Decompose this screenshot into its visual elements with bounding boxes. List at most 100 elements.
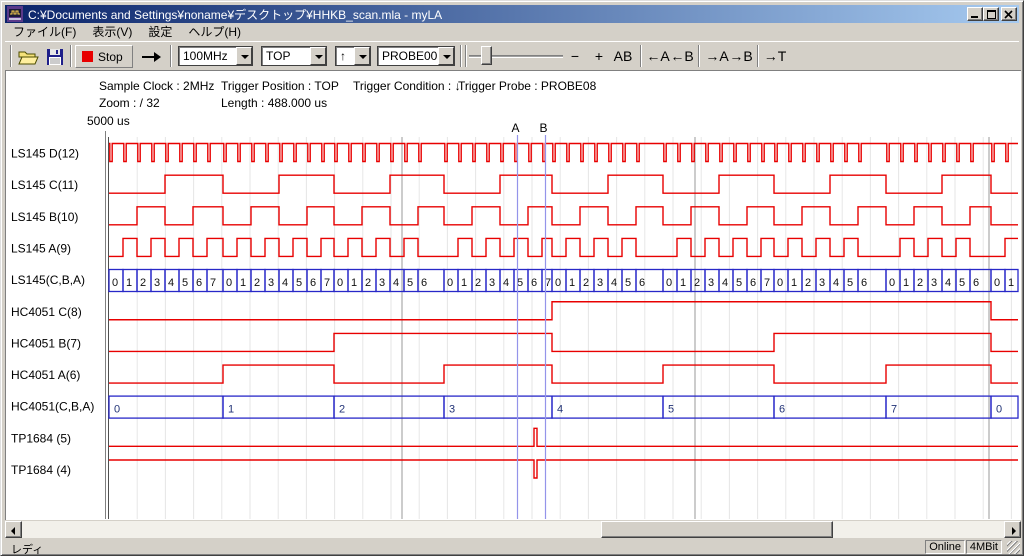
bit-waveform xyxy=(109,333,1018,351)
bus-cell-value: 1 xyxy=(680,277,686,289)
scroll-left-icon xyxy=(11,527,15,535)
trigger-position-value: TOP xyxy=(262,49,310,63)
bus-cell-value: 7 xyxy=(324,277,330,289)
bus-cell-value: 3 xyxy=(449,404,455,416)
bus-cell-value: 5 xyxy=(296,277,302,289)
bus-cell-value: 1 xyxy=(903,277,909,289)
dropdown-arrow-icon[interactable] xyxy=(354,47,370,65)
trigger-probe-combo[interactable]: PROBE00 xyxy=(377,46,455,66)
bus-cell-value: 3 xyxy=(819,277,825,289)
menu-help[interactable]: ヘルプ(H) xyxy=(180,24,249,41)
time-division-label: 5000 us xyxy=(87,114,130,128)
next-a-button[interactable]: →A xyxy=(704,42,730,70)
toolbar-separator xyxy=(640,45,642,67)
bus-cell-value: 2 xyxy=(339,404,345,416)
channel-label: TP1684 (5) xyxy=(11,431,71,445)
minimize-button[interactable] xyxy=(967,7,983,21)
window-title: C:¥Documents and Settings¥noname¥デスクトップ¥… xyxy=(28,6,442,23)
bus-cell-value: 0 xyxy=(555,277,561,289)
scroll-left-button[interactable] xyxy=(5,521,22,538)
dropdown-arrow-icon[interactable] xyxy=(310,47,326,65)
bus-cell-value: 1 xyxy=(791,277,797,289)
bus-cell-value: 6 xyxy=(861,277,867,289)
channel-label: HC4051 A(6) xyxy=(11,368,80,382)
save-floppy-icon xyxy=(46,48,64,66)
horizontal-scrollbar[interactable] xyxy=(5,521,1021,538)
channel-label: HC4051 C(8) xyxy=(11,305,82,319)
trigger-position-combo[interactable]: TOP xyxy=(261,46,327,66)
bit-waveform xyxy=(109,207,1018,225)
app-icon xyxy=(7,6,23,22)
run-arrow-icon xyxy=(140,50,162,64)
zoom-in-button[interactable]: + xyxy=(589,42,609,70)
close-button[interactable] xyxy=(1001,7,1017,21)
open-button[interactable] xyxy=(15,45,41,68)
bus-cell-value: 2 xyxy=(917,277,923,289)
status-online: Online xyxy=(925,540,965,554)
bus-cell-value: 4 xyxy=(393,277,399,289)
zoom-slider-thumb[interactable] xyxy=(481,46,492,65)
toolbar-separator xyxy=(698,45,700,67)
channel-label: HC4051 B(7) xyxy=(11,336,81,350)
cursor-a-label: A xyxy=(511,121,519,135)
bus-cell-value: 0 xyxy=(994,277,1000,289)
toolbar-separator xyxy=(465,45,467,67)
statusbar: レディ Online 4MBit xyxy=(5,539,1021,555)
bus-cell-value: 7 xyxy=(891,404,897,416)
bit-waveform xyxy=(109,365,1018,383)
bus-cell-value: 5 xyxy=(736,277,742,289)
bus-cell-value: 5 xyxy=(847,277,853,289)
ab-button[interactable]: AB xyxy=(610,42,636,70)
goto-trigger-button[interactable]: →T xyxy=(762,42,788,70)
bus-cell-value: 4 xyxy=(945,277,951,289)
zoom-out-button[interactable]: − xyxy=(565,42,585,70)
bus-cell-value: 1 xyxy=(1008,277,1014,289)
dropdown-arrow-icon[interactable] xyxy=(438,47,454,65)
bus-cell xyxy=(109,396,223,418)
bus-cell-value: 0 xyxy=(777,277,783,289)
maximize-icon xyxy=(987,10,996,19)
info-zoom: Zoom : / 32 xyxy=(99,96,160,110)
status-memory: 4MBit xyxy=(966,540,1002,554)
bus-cell-value: 4 xyxy=(611,277,617,289)
stop-icon xyxy=(82,51,93,62)
bus-cell-value: 0 xyxy=(226,277,232,289)
pulse-waveform xyxy=(109,460,1018,478)
channel-label: TP1684 (4) xyxy=(11,463,71,477)
scroll-right-button[interactable] xyxy=(1004,521,1021,538)
run-button[interactable] xyxy=(136,45,166,68)
menu-file[interactable]: ファイル(F) xyxy=(5,24,84,41)
trigger-edge-value: ↑ xyxy=(336,49,354,63)
stop-button[interactable]: Stop xyxy=(75,45,133,68)
resize-grip[interactable] xyxy=(1007,541,1020,554)
save-button[interactable] xyxy=(42,45,68,68)
menu-view[interactable]: 表示(V) xyxy=(84,24,140,41)
bus-cell-value: 4 xyxy=(168,277,174,289)
next-b-button[interactable]: →B xyxy=(728,42,754,70)
bus-cell-value: 3 xyxy=(708,277,714,289)
bus-cell xyxy=(444,396,552,418)
prev-a-button[interactable]: ←A xyxy=(645,42,671,70)
bus-cell-value: 4 xyxy=(833,277,839,289)
bus-cell-value: 7 xyxy=(210,277,216,289)
bus-cell-value: 2 xyxy=(365,277,371,289)
bus-cell-value: 3 xyxy=(489,277,495,289)
bus-cell-value: 5 xyxy=(959,277,965,289)
strobe-waveform xyxy=(109,144,1018,162)
bit-waveform xyxy=(109,238,1018,256)
info-trigger-condition: Trigger Condition : ↓ xyxy=(353,79,461,93)
app-window: C:¥Documents and Settings¥noname¥デスクトップ¥… xyxy=(0,0,1024,556)
sample-clock-combo[interactable]: 100MHz xyxy=(178,46,253,66)
trigger-edge-combo[interactable]: ↑ xyxy=(335,46,371,66)
stop-label: Stop xyxy=(98,50,123,64)
status-ready: レディ xyxy=(11,541,43,556)
menu-settings[interactable]: 設定 xyxy=(140,24,180,41)
info-trigger-position: Trigger Position : TOP xyxy=(221,79,339,93)
bus-cell-value: 2 xyxy=(475,277,481,289)
dropdown-arrow-icon[interactable] xyxy=(236,47,252,65)
titlebar[interactable]: C:¥Documents and Settings¥noname¥デスクトップ¥… xyxy=(5,5,1019,23)
prev-b-button[interactable]: ←B xyxy=(669,42,695,70)
scrollbar-thumb[interactable] xyxy=(601,521,833,538)
bus-cell-value: 5 xyxy=(625,277,631,289)
maximize-button[interactable] xyxy=(983,7,999,21)
